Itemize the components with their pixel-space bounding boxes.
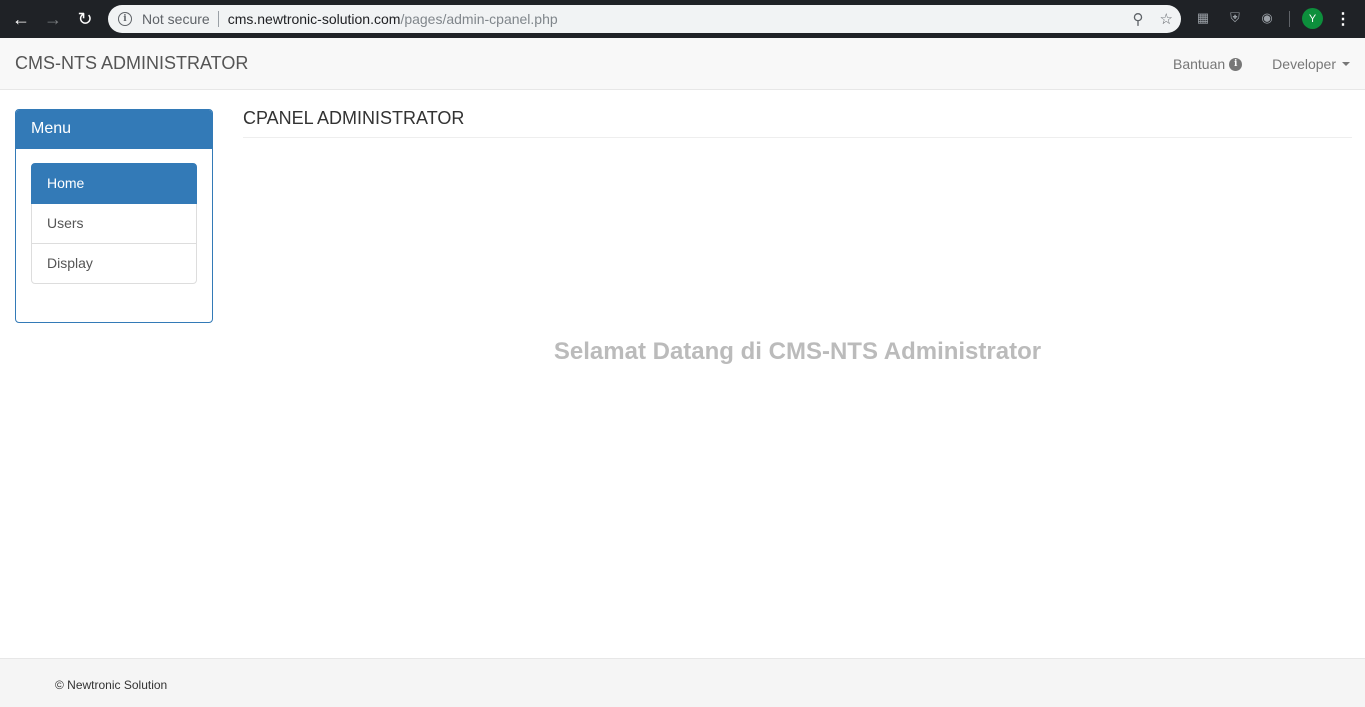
- sidebar-menu-list: Home Users Display: [31, 163, 197, 284]
- star-icon[interactable]: ☆: [1160, 10, 1173, 28]
- help-link[interactable]: Bantuan i: [1173, 56, 1243, 72]
- caret-down-icon: [1342, 62, 1350, 66]
- navbar-right: Bantuan i Developer: [1173, 38, 1350, 90]
- user-dropdown[interactable]: Developer: [1272, 56, 1350, 72]
- profile-avatar[interactable]: Y: [1302, 8, 1323, 29]
- shield-icon[interactable]: ⛨: [1226, 9, 1244, 27]
- footer: © Newtronic Solution: [0, 658, 1365, 707]
- sidebar-item-users[interactable]: Users: [31, 203, 197, 244]
- toolbar-separator: [1289, 11, 1290, 27]
- sidebar-menu-panel: Menu Home Users Display: [15, 109, 213, 323]
- user-label: Developer: [1272, 56, 1336, 72]
- welcome-message: Selamat Datang di CMS-NTS Administrator: [553, 338, 1042, 365]
- brand-title[interactable]: CMS-NTS ADMINISTRATOR: [15, 53, 248, 74]
- sidebar-item-display[interactable]: Display: [31, 243, 197, 284]
- menu-kebab-icon[interactable]: ⋮: [1335, 8, 1351, 30]
- forward-arrow-icon[interactable]: →: [42, 8, 64, 30]
- page-title: CPANEL ADMINISTRATOR: [243, 108, 1352, 138]
- key-icon[interactable]: ⚲: [1133, 10, 1144, 28]
- info-icon: i: [1229, 57, 1243, 71]
- url-path: /pages/admin-cpanel.php: [400, 11, 558, 27]
- info-icon[interactable]: i: [118, 12, 132, 26]
- camera-icon[interactable]: ◉: [1258, 9, 1276, 27]
- security-label: Not secure: [142, 11, 210, 27]
- address-bar[interactable]: i Not secure cms.newtronic-solution.com …: [108, 5, 1181, 33]
- browser-toolbar: ← → ↻ i Not secure cms.newtronic-solutio…: [0, 0, 1365, 38]
- sidebar-item-home[interactable]: Home: [31, 163, 197, 204]
- back-arrow-icon[interactable]: ←: [10, 8, 32, 30]
- url-host: cms.newtronic-solution.com: [227, 11, 401, 27]
- reload-icon[interactable]: ↻: [74, 8, 96, 30]
- help-label: Bantuan: [1173, 56, 1226, 72]
- omnibox-divider: [217, 11, 219, 27]
- top-navbar: CMS-NTS ADMINISTRATOR Bantuan i Develope…: [0, 38, 1365, 90]
- sidebar-title: Menu: [16, 110, 212, 149]
- footer-copyright: © Newtronic Solution: [55, 678, 168, 692]
- extension-icon[interactable]: ▦: [1194, 9, 1212, 27]
